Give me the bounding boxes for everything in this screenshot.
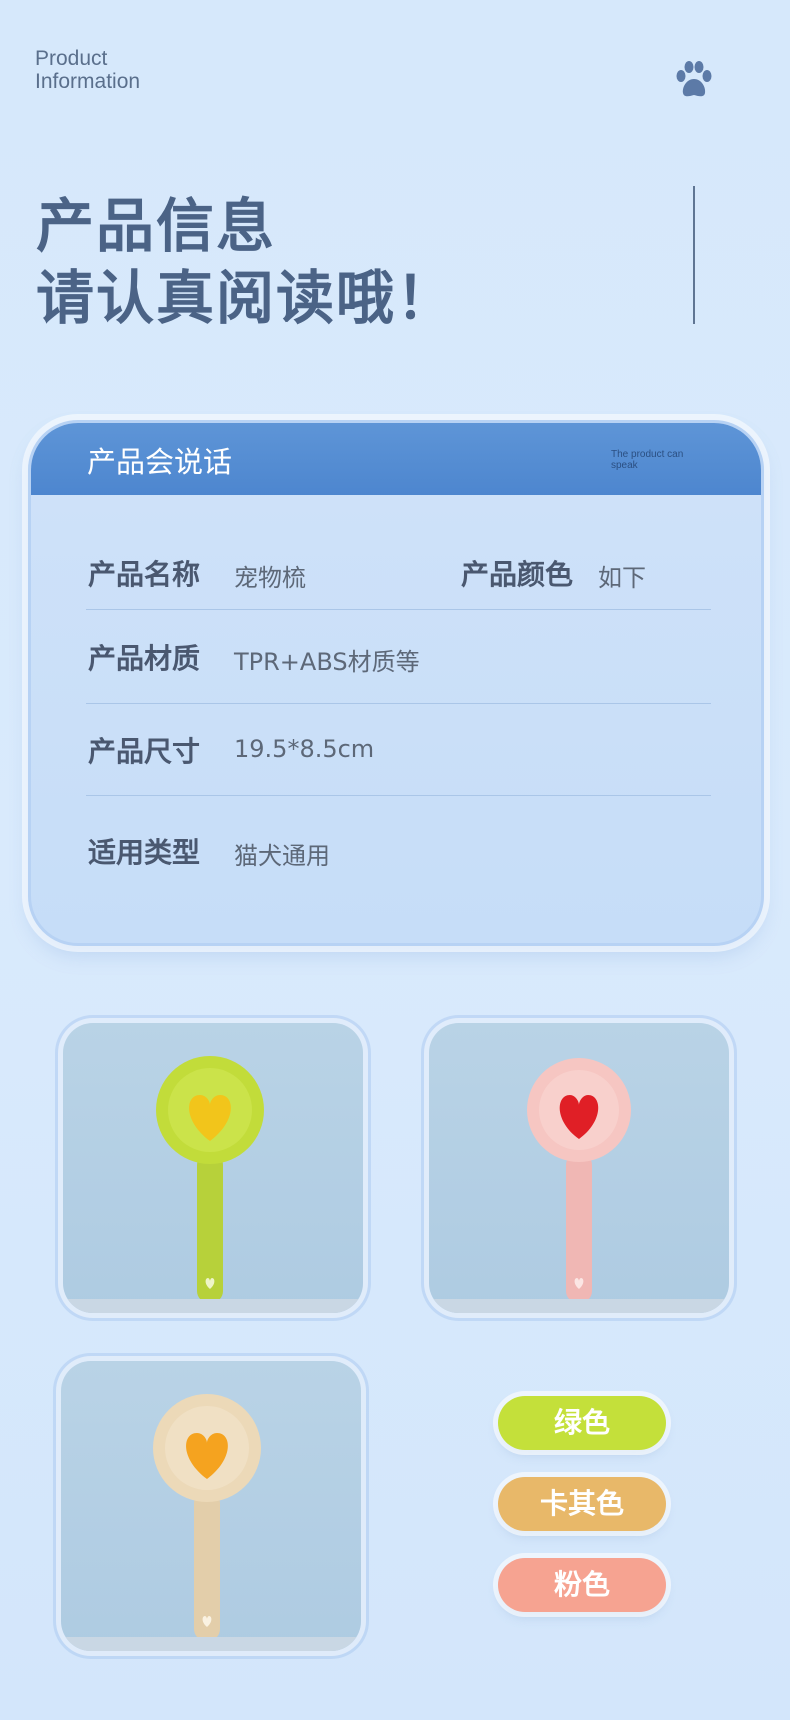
page-title: 产品信息 请认真阅读哦！ xyxy=(36,190,456,334)
product-info-card: 产品会说话 The product can speak 产品名称 宠物梳 产品颜… xyxy=(28,420,764,946)
row-label-color: 产品颜色 xyxy=(461,558,574,591)
color-pill-pink: 粉色 xyxy=(498,1558,666,1612)
row-value-size: 19.5*8.5cm xyxy=(234,735,375,763)
row-value-color: 如下 xyxy=(598,564,646,592)
product-photo-pink xyxy=(429,1023,729,1313)
paw-icon xyxy=(676,61,712,97)
english-heading: Product Information xyxy=(35,47,140,93)
page-title-line1: 产品信息 xyxy=(36,192,277,260)
row-value-material: TPR+ABS材质等 xyxy=(234,648,420,676)
product-photo-khaki xyxy=(61,1361,361,1651)
info-card-subtitle: The product can speak xyxy=(611,449,684,471)
color-pill-green: 绿色 xyxy=(498,1396,666,1450)
color-pill-khaki: 卡其色 xyxy=(498,1477,666,1531)
row-divider xyxy=(86,703,711,704)
row-value-name: 宠物梳 xyxy=(234,564,306,592)
brush-illustration-green xyxy=(156,1056,264,1303)
floor-shadow xyxy=(63,1299,363,1313)
row-divider xyxy=(86,795,711,796)
english-heading-line1: Product xyxy=(35,47,108,70)
brush-illustration-khaki xyxy=(153,1394,261,1641)
row-label-material: 产品材质 xyxy=(88,642,201,675)
floor-shadow xyxy=(61,1637,361,1651)
brush-illustration-pink xyxy=(527,1058,631,1303)
divider-line xyxy=(693,186,695,324)
row-label-name: 产品名称 xyxy=(88,558,201,591)
row-label-type: 适用类型 xyxy=(88,836,201,869)
row-divider xyxy=(86,609,711,610)
row-label-size: 产品尺寸 xyxy=(88,735,201,768)
english-heading-line2: Information xyxy=(35,70,141,93)
row-value-type: 猫犬通用 xyxy=(234,842,330,870)
floor-shadow xyxy=(429,1299,729,1313)
info-card-title: 产品会说话 xyxy=(87,445,233,479)
product-photo-green xyxy=(63,1023,363,1313)
page-title-line2: 请认真阅读哦！ xyxy=(36,264,457,332)
